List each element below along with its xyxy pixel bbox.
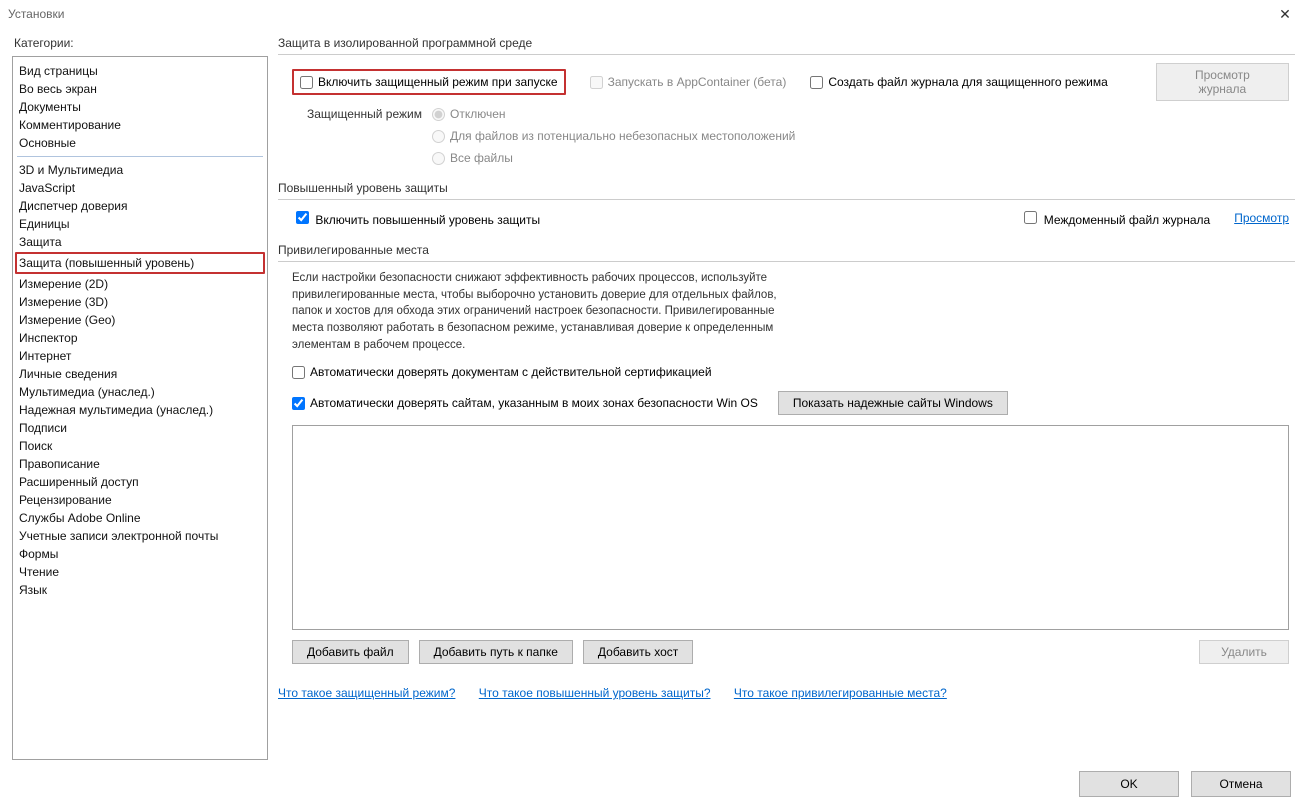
sidebar: Категории: Вид страницыВо весь экранДоку… xyxy=(12,36,268,760)
appcontainer-checkbox: Запускать в AppContainer (бета) xyxy=(590,75,787,89)
category-item[interactable]: Во весь экран xyxy=(17,80,263,98)
category-item[interactable]: Чтение xyxy=(17,563,263,581)
view-log-button[interactable]: Просмотр журнала xyxy=(1156,63,1289,101)
category-item[interactable]: Рецензирование xyxy=(17,491,263,509)
cancel-button[interactable]: Отмена xyxy=(1191,771,1291,797)
divider xyxy=(278,199,1295,200)
category-item[interactable]: Основные xyxy=(17,134,263,152)
appcontainer-label: Запускать в AppContainer (бета) xyxy=(608,75,787,89)
enable-enhanced-checkbox[interactable]: Включить повышенный уровень защиты xyxy=(292,208,540,227)
create-log-label: Создать файл журнала для защищенного реж… xyxy=(828,75,1107,89)
dialog-footer: OK Отмена xyxy=(0,760,1313,808)
category-item[interactable]: Службы Adobe Online xyxy=(17,509,263,527)
window-title: Установки xyxy=(8,7,1265,21)
view-crossdomain-link[interactable]: Просмотр xyxy=(1234,211,1289,225)
category-item[interactable]: Расширенный доступ xyxy=(17,473,263,491)
trust-cert-label: Автоматически доверять документам с дейс… xyxy=(310,365,712,379)
help-enhanced-link[interactable]: Что такое повышенный уровень защиты? xyxy=(479,686,711,700)
add-file-button[interactable]: Добавить файл xyxy=(292,640,409,664)
category-item[interactable]: Инспектор xyxy=(17,329,263,347)
protected-mode-off-radio: Отключен xyxy=(432,107,795,121)
trust-zones-label: Автоматически доверять сайтам, указанным… xyxy=(310,396,758,410)
category-item[interactable]: Правописание xyxy=(17,455,263,473)
sandbox-heading: Защита в изолированной программной среде xyxy=(278,36,1295,54)
category-item[interactable]: Измерение (Geo) xyxy=(17,311,263,329)
protected-mode-unsafe-radio: Для файлов из потенциально небезопасных … xyxy=(432,129,795,143)
category-item[interactable]: Комментирование xyxy=(17,116,263,134)
trust-zones-checkbox[interactable]: Автоматически доверять сайтам, указанным… xyxy=(292,396,758,410)
divider xyxy=(278,261,1295,262)
remove-button[interactable]: Удалить xyxy=(1199,640,1289,664)
trust-cert-checkbox[interactable]: Автоматически доверять документам с дейс… xyxy=(292,365,712,379)
divider xyxy=(278,54,1295,55)
privileged-locations-listbox[interactable] xyxy=(292,425,1289,630)
category-item[interactable]: Язык xyxy=(17,581,263,599)
category-item[interactable]: Подписи xyxy=(17,419,263,437)
enable-protected-mode-checkbox[interactable]: Включить защищенный режим при запуске xyxy=(292,69,566,95)
main-panel: Защита в изолированной программной среде… xyxy=(278,36,1301,760)
category-item[interactable]: Диспетчер доверия xyxy=(17,197,263,215)
category-item[interactable]: Мультимедиа (унаслед.) xyxy=(17,383,263,401)
category-item[interactable]: Учетные записи электронной почты xyxy=(17,527,263,545)
crossdomain-log-checkbox[interactable]: Междоменный файл журнала xyxy=(1020,208,1210,227)
titlebar: Установки ✕ xyxy=(0,0,1313,28)
category-item[interactable]: Единицы xyxy=(17,215,263,233)
create-log-checkbox[interactable]: Создать файл журнала для защищенного реж… xyxy=(810,75,1107,89)
category-item[interactable]: Измерение (3D) xyxy=(17,293,263,311)
content-area: Категории: Вид страницыВо весь экранДоку… xyxy=(0,28,1313,760)
privileged-heading: Привилегированные места xyxy=(278,243,1295,261)
crossdomain-log-label: Междоменный файл журнала xyxy=(1044,213,1210,227)
enable-protected-mode-label: Включить защищенный режим при запуске xyxy=(318,75,558,89)
category-item[interactable]: Личные сведения xyxy=(17,365,263,383)
category-item[interactable]: Вид страницы xyxy=(17,62,263,80)
category-item[interactable]: Защита xyxy=(17,233,263,251)
category-item[interactable]: Формы xyxy=(17,545,263,563)
add-folder-button[interactable]: Добавить путь к папке xyxy=(419,640,573,664)
category-item[interactable]: JavaScript xyxy=(17,179,263,197)
ok-button[interactable]: OK xyxy=(1079,771,1179,797)
help-links: Что такое защищенный режим? Что такое по… xyxy=(278,686,1295,700)
category-item[interactable]: Документы xyxy=(17,98,263,116)
protected-mode-label: Защищенный режим xyxy=(292,107,432,121)
category-item[interactable]: 3D и Мультимедиа xyxy=(17,161,263,179)
category-item[interactable]: Надежная мультимедиа (унаслед.) xyxy=(17,401,263,419)
help-protected-mode-link[interactable]: Что такое защищенный режим? xyxy=(278,686,455,700)
close-icon[interactable]: ✕ xyxy=(1265,6,1305,23)
show-trusted-sites-button[interactable]: Показать надежные сайты Windows xyxy=(778,391,1008,415)
protected-mode-all-radio: Все файлы xyxy=(432,151,795,165)
category-item[interactable]: Поиск xyxy=(17,437,263,455)
enable-enhanced-label: Включить повышенный уровень защиты xyxy=(315,213,540,227)
categories-label: Категории: xyxy=(12,36,268,50)
category-list[interactable]: Вид страницыВо весь экранДокументыКоммен… xyxy=(12,56,268,760)
enhanced-heading: Повышенный уровень защиты xyxy=(278,181,1295,199)
privileged-info-text: Если настройки безопасности снижают эффе… xyxy=(292,270,792,353)
preferences-window: Установки ✕ Категории: Вид страницыВо ве… xyxy=(0,0,1313,808)
help-privileged-link[interactable]: Что такое привилегированные места? xyxy=(734,686,947,700)
add-host-button[interactable]: Добавить хост xyxy=(583,640,693,664)
category-item-selected[interactable]: Защита (повышенный уровень) xyxy=(15,252,265,274)
category-item[interactable]: Измерение (2D) xyxy=(17,275,263,293)
category-item[interactable]: Интернет xyxy=(17,347,263,365)
category-divider xyxy=(17,156,263,157)
